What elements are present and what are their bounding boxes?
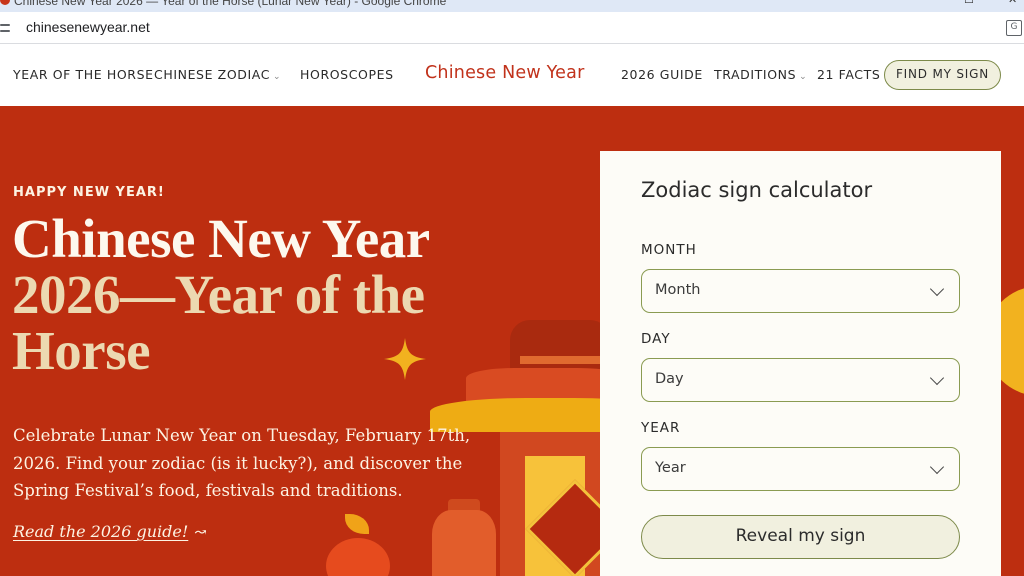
translate-icon[interactable]: G	[1006, 20, 1022, 36]
chevron-down-icon	[929, 370, 945, 386]
reveal-my-sign-button[interactable]: Reveal my sign	[641, 515, 960, 559]
find-my-sign-button[interactable]: FIND MY SIGN	[884, 60, 1001, 90]
year-select[interactable]: Year	[641, 447, 960, 491]
day-label: DAY	[641, 331, 671, 347]
vase-illustration	[432, 510, 496, 576]
nav-traditions-label: TRADITIONS	[714, 67, 797, 82]
read-guide-link[interactable]: Read the 2026 guide! ↝	[13, 522, 207, 541]
peach-illustration	[326, 538, 390, 576]
nav-2026-guide[interactable]: 2026 GUIDE	[621, 67, 703, 82]
maximize-icon[interactable]: ☐	[964, 0, 976, 5]
site-favicon-icon	[0, 0, 10, 5]
hero-title: Chinese New Year 2026—Year of the Horse	[12, 211, 512, 379]
chevron-down-icon	[929, 281, 945, 297]
site-nav: YEAR OF THE HORSE CHINESE ZODIAC ⌄ HOROSC…	[0, 44, 1024, 106]
hero-kicker: HAPPY NEW YEAR!	[13, 185, 165, 200]
site-info-icon[interactable]	[0, 21, 14, 35]
day-select-value: Day	[655, 371, 684, 387]
close-window-icon[interactable]: ✕	[1008, 0, 1020, 5]
hero-description: Celebrate Lunar New Year on Tuesday, Feb…	[13, 426, 471, 500]
month-select-value: Month	[655, 282, 701, 298]
temple-top-illustration	[510, 320, 610, 372]
year-select-value: Year	[655, 460, 686, 476]
hero-title-line-3: Horse	[12, 320, 151, 381]
address-bar: chinesenewyear.net G	[0, 12, 1024, 44]
nav-chinese-zodiac[interactable]: CHINESE ZODIAC ⌄	[154, 67, 281, 82]
nav-21-facts[interactable]: 21 FACTS	[817, 67, 880, 82]
hero-section: HAPPY NEW YEAR! Chinese New Year 2026—Ye…	[0, 106, 1024, 576]
month-label: MONTH	[641, 242, 697, 258]
day-select[interactable]: Day	[641, 358, 960, 402]
read-guide-link-label: Read the 2026 guide!	[13, 522, 189, 541]
zodiac-calculator-card: Zodiac sign calculator MONTH Month DAY D…	[600, 151, 1001, 576]
chevron-down-icon: ⌄	[273, 72, 282, 82]
hero-title-line-2: 2026—Year of the	[12, 264, 425, 325]
nav-horoscopes[interactable]: HOROSCOPES	[300, 67, 394, 82]
hero-title-line-1: Chinese New Year	[12, 208, 430, 269]
temple-stripe-illustration	[520, 356, 610, 364]
window-title: Chinese New Year 2026 — Year of the Hors…	[14, 0, 447, 8]
chevron-down-icon: ⌄	[799, 72, 808, 82]
chevron-down-icon	[929, 459, 945, 475]
calculator-title: Zodiac sign calculator	[641, 178, 873, 202]
site-brand[interactable]: Chinese New Year	[425, 63, 584, 83]
nav-year-of-the-horse[interactable]: YEAR OF THE HORSE	[13, 67, 154, 82]
nav-traditions[interactable]: TRADITIONS ⌄	[714, 67, 807, 82]
window-titlebar: Chinese New Year 2026 — Year of the Hors…	[0, 0, 1024, 12]
squiggle-arrow-icon: ↝	[194, 523, 207, 541]
year-label: YEAR	[641, 420, 681, 436]
month-select[interactable]: Month	[641, 269, 960, 313]
url-text[interactable]: chinesenewyear.net	[26, 19, 150, 35]
nav-chinese-zodiac-label: CHINESE ZODIAC	[154, 67, 271, 82]
leaf-illustration	[345, 514, 369, 534]
